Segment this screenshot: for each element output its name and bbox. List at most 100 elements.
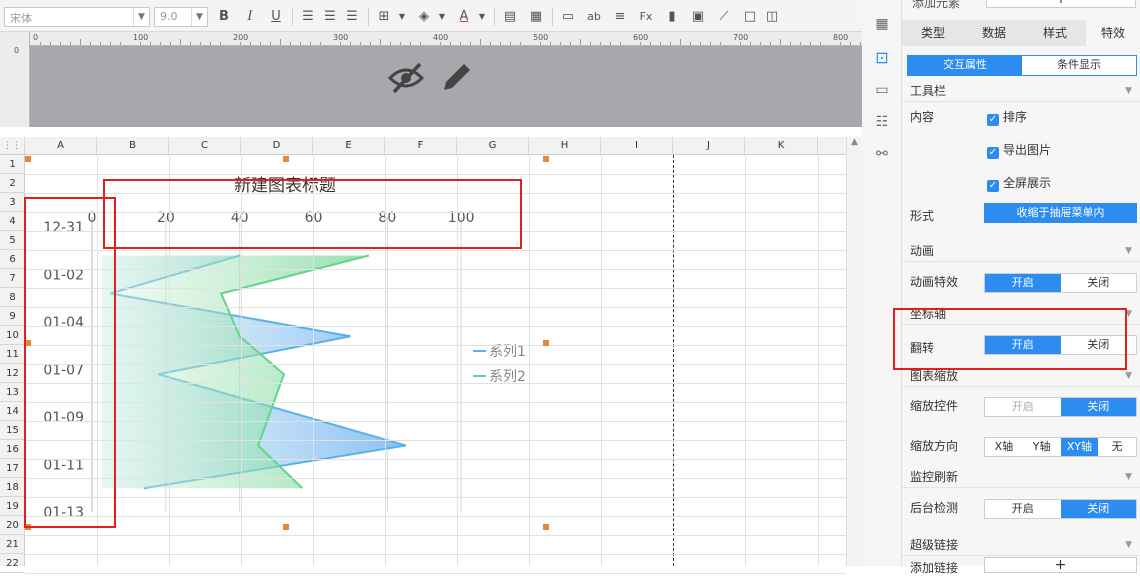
column-header-cell[interactable]: J bbox=[673, 137, 745, 155]
scroll-up-icon[interactable]: ▲ bbox=[847, 137, 862, 147]
row-header-cell[interactable]: 1 bbox=[0, 155, 25, 174]
row-header-cell[interactable]: 20 bbox=[0, 516, 25, 535]
axis-section[interactable]: 坐标轴 ▼ bbox=[902, 303, 1140, 325]
zoom-none-button[interactable]: 无 bbox=[1098, 438, 1136, 456]
row-header-cell[interactable]: 7 bbox=[0, 269, 25, 288]
pencil-icon[interactable] bbox=[444, 64, 470, 90]
chart-icon[interactable]: ▮ bbox=[662, 8, 682, 26]
add-link-button[interactable]: + bbox=[984, 557, 1137, 573]
resize-handle[interactable] bbox=[543, 524, 549, 530]
link-icon[interactable]: ⚯ bbox=[872, 144, 892, 164]
element-icon[interactable]: ▭ bbox=[872, 80, 892, 100]
zoom-section[interactable]: 图表缩放 ▼ bbox=[902, 365, 1140, 387]
form-select[interactable]: 收缩于抽屉菜单内 bbox=[984, 203, 1137, 223]
monitor-section[interactable]: 监控刷新 ▼ bbox=[902, 466, 1140, 488]
row-header-cell[interactable]: 5 bbox=[0, 231, 25, 250]
font-color-icon[interactable]: A bbox=[454, 8, 474, 26]
zoom-x-button[interactable]: X轴 bbox=[985, 438, 1023, 456]
row-header-cell[interactable]: 12 bbox=[0, 364, 25, 383]
font-family-select[interactable]: 宋体 ▼ bbox=[4, 7, 150, 27]
widget-settings-icon[interactable]: ⊡ bbox=[872, 48, 892, 68]
row-header-cell[interactable]: 16 bbox=[0, 440, 25, 459]
chevron-down-icon[interactable]: ▼ bbox=[472, 8, 492, 26]
animation-on-button[interactable]: 开启 bbox=[985, 274, 1061, 292]
tab-effects[interactable]: 特效 bbox=[1086, 20, 1140, 46]
image-icon[interactable]: ▣ bbox=[688, 8, 708, 26]
chevron-down-icon[interactable]: ▼ bbox=[392, 8, 412, 26]
row-header-cell[interactable]: 9 bbox=[0, 307, 25, 326]
animation-off-button[interactable]: 关闭 bbox=[1061, 274, 1137, 292]
subtab-condition-display[interactable]: 条件显示 bbox=[1022, 56, 1136, 75]
column-header-cell[interactable]: F bbox=[385, 137, 457, 155]
column-header-cell[interactable]: B bbox=[97, 137, 169, 155]
hyperlink-section[interactable]: 超级链接 ▼ bbox=[902, 534, 1140, 556]
spreadsheet[interactable]: ⋮⋮ ABCDEFGHIJK 1 2 3 4 5 6 7 8 9 10 11 12 13 14 15 16 17… bbox=[0, 137, 862, 574]
column-header-cell[interactable]: C bbox=[169, 137, 241, 155]
tab-style[interactable]: 样式 bbox=[1024, 20, 1086, 46]
column-header-cell[interactable]: E bbox=[313, 137, 385, 155]
checkbox-sort[interactable]: ✓ 排序 bbox=[987, 108, 1027, 126]
column-header-cell[interactable]: H bbox=[529, 137, 601, 155]
row-header-cell[interactable]: 2 bbox=[0, 174, 25, 193]
split-cells-icon[interactable]: ▦ bbox=[526, 8, 546, 26]
cell-properties-icon[interactable]: ▦ bbox=[872, 14, 892, 34]
row-header-cell[interactable]: 13 bbox=[0, 383, 25, 402]
checkbox-fullscreen[interactable]: ✓ 全屏展示 bbox=[987, 174, 1051, 192]
align-right-icon[interactable]: ☰ bbox=[342, 8, 362, 26]
flip-on-button[interactable]: 开启 bbox=[985, 336, 1061, 354]
resize-handle[interactable] bbox=[25, 156, 31, 162]
animation-section[interactable]: 动画 ▼ bbox=[902, 240, 1140, 262]
bold-icon[interactable]: B bbox=[214, 8, 234, 26]
insert-row-icon[interactable]: ▭ bbox=[558, 8, 578, 26]
column-header-cell[interactable]: A bbox=[25, 137, 97, 155]
row-header-cell[interactable]: 8 bbox=[0, 288, 25, 307]
column-header-cell[interactable]: K bbox=[745, 137, 818, 155]
select-all-corner[interactable]: ⋮⋮ bbox=[0, 137, 25, 155]
float-element-icon[interactable]: ◫ bbox=[762, 8, 782, 26]
italic-icon[interactable]: I bbox=[240, 8, 260, 26]
resize-handle[interactable] bbox=[25, 340, 31, 346]
border-icon[interactable]: ⊞ bbox=[374, 8, 394, 26]
paragraph-icon[interactable]: ≡ bbox=[610, 8, 630, 26]
subtab-interaction[interactable]: 交互属性 bbox=[908, 56, 1022, 75]
align-center-icon[interactable]: ☰ bbox=[320, 8, 340, 26]
background-check-on-button[interactable]: 开启 bbox=[985, 500, 1061, 518]
zoom-xy-button[interactable]: XY轴 bbox=[1060, 438, 1099, 456]
merge-cells-icon[interactable]: ▤ bbox=[500, 8, 520, 26]
slash-icon[interactable]: ⟋ bbox=[714, 8, 734, 26]
underline-icon[interactable]: U bbox=[266, 8, 286, 26]
row-header-cell[interactable]: 21 bbox=[0, 535, 25, 554]
text-wrap-icon[interactable]: ab bbox=[584, 8, 604, 26]
column-header-cell[interactable]: G bbox=[457, 137, 529, 155]
chevron-down-icon[interactable]: ▼ bbox=[432, 8, 452, 26]
add-element-button[interactable]: + bbox=[986, 0, 1136, 8]
row-header-cell[interactable]: 11 bbox=[0, 345, 25, 364]
tab-type[interactable]: 类型 bbox=[902, 20, 964, 46]
fill-color-icon[interactable]: ◈ bbox=[414, 8, 434, 26]
resize-handle[interactable] bbox=[543, 156, 549, 162]
zoom-control-off-button[interactable]: 关闭 bbox=[1060, 398, 1136, 416]
row-header-cell[interactable]: 15 bbox=[0, 421, 25, 440]
font-size-select[interactable]: 9.0 ▼ bbox=[154, 7, 208, 27]
row-header-cell[interactable]: 17 bbox=[0, 459, 25, 478]
row-header-cell[interactable]: 10 bbox=[0, 326, 25, 345]
resize-handle[interactable] bbox=[283, 524, 289, 530]
row-header-cell[interactable]: 3 bbox=[0, 193, 25, 212]
vertical-scrollbar[interactable]: ▲ bbox=[846, 137, 862, 566]
zoom-y-button[interactable]: Y轴 bbox=[1023, 438, 1061, 456]
align-left-icon[interactable]: ☰ bbox=[298, 8, 318, 26]
row-header-cell[interactable]: 18 bbox=[0, 478, 25, 497]
row-header-cell[interactable]: 14 bbox=[0, 402, 25, 421]
resize-handle[interactable] bbox=[25, 524, 31, 530]
background-check-off-button[interactable]: 关闭 bbox=[1060, 500, 1136, 518]
frame-icon[interactable]: □ bbox=[740, 8, 760, 26]
eye-hidden-icon[interactable] bbox=[387, 62, 425, 94]
column-header-cell[interactable]: D bbox=[241, 137, 313, 155]
row-header-cell[interactable]: 22 bbox=[0, 554, 25, 573]
flip-off-button[interactable]: 关闭 bbox=[1061, 336, 1137, 354]
row-header-cell[interactable]: 4 bbox=[0, 212, 25, 231]
row-header-cell[interactable]: 6 bbox=[0, 250, 25, 269]
resize-handle[interactable] bbox=[283, 156, 289, 162]
column-header-cell[interactable]: I bbox=[601, 137, 673, 155]
formula-icon[interactable]: Fx bbox=[636, 8, 656, 26]
